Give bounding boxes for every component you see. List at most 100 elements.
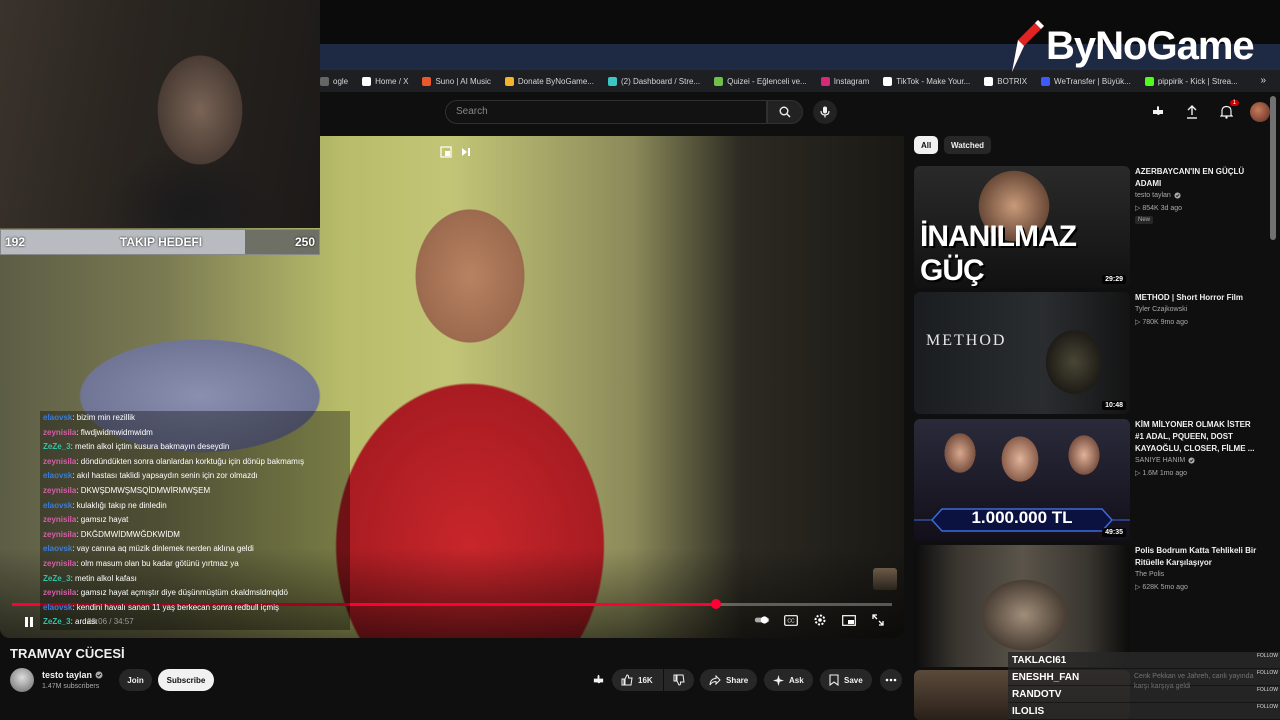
bookmark-label: Suno | AI Music	[435, 76, 491, 86]
bookmark-item[interactable]: (2) Dashboard / Stre...	[607, 76, 701, 86]
search-input[interactable]: Search	[445, 100, 767, 124]
channel-name-text: testo taylan	[42, 670, 93, 680]
dislike-button[interactable]	[663, 669, 694, 691]
chat-username: elaovsk	[43, 602, 73, 612]
progress-scrubber[interactable]	[711, 599, 721, 609]
bookmark-favicon-icon	[504, 76, 514, 86]
endscreen-thumbnail[interactable]	[873, 568, 897, 590]
recommendation-channel[interactable]: SANIYE HANIM	[1135, 457, 1195, 464]
recommendation-title[interactable]: AZERBAYCAN'IN EN GÜÇLÜ ADAMI	[1135, 166, 1261, 190]
recommendation-thumbnail[interactable]: İNANILMAZ GÜÇ 29:29	[914, 166, 1130, 288]
chat-text: : gamsız hayat	[76, 515, 129, 525]
notifications-button[interactable]: 1	[1216, 100, 1239, 122]
chat-text: : döndündükten sonra olanlardan korktuğu…	[76, 456, 305, 466]
ask-button[interactable]: Ask	[764, 669, 813, 691]
bookmark-item[interactable]: Donate ByNoGame...	[504, 76, 594, 86]
more-actions-button[interactable]	[880, 669, 902, 691]
bookmark-label: ogle	[333, 76, 349, 86]
sidebar-scrollbar[interactable]	[1270, 96, 1276, 240]
follow-tag: FOLLOW	[1256, 653, 1278, 659]
follow-alert-background-text: Cenk Pekkan ve Jahreh, canlı yayında kar…	[1134, 673, 1254, 690]
bookmark-favicon-icon	[820, 76, 830, 86]
follow-alert: TAKLACI61 FOLLOW	[1008, 652, 1280, 669]
recommendation-channel[interactable]: Tyler Czajkowski	[1135, 306, 1187, 313]
bookmark-label: (2) Dashboard / Stre...	[620, 76, 701, 86]
miniplayer-button[interactable]	[841, 612, 857, 628]
autoplay-toggle[interactable]	[754, 612, 770, 628]
bookmark-item[interactable]: ogle	[320, 76, 349, 86]
recommendation-channel[interactable]: The Polis	[1135, 571, 1164, 578]
chip-all[interactable]: All	[914, 136, 939, 154]
captions-icon: CC	[784, 614, 798, 626]
recommendation-meta: ▷ 854K 3d ago	[1135, 205, 1183, 212]
channel-name[interactable]: testo taylan	[42, 670, 103, 680]
share-button[interactable]: Share	[700, 669, 758, 691]
extension-action-button[interactable]	[590, 670, 606, 690]
account-avatar[interactable]	[1250, 102, 1270, 122]
bookmark-item[interactable]: TikTok - Make Your...	[883, 76, 970, 86]
settings-button[interactable]	[812, 612, 828, 628]
save-label: Save	[844, 675, 863, 685]
chip-watched[interactable]: Watched	[944, 136, 992, 154]
chat-text: : ardası	[70, 617, 98, 627]
chat-text: : gamsız hayat açmıştır diye düşünmüştüm…	[76, 588, 288, 598]
recommendation-item[interactable]: Polis Bodrum Katta Tehlikeli Bir Ritüell…	[914, 545, 1270, 667]
bookmark-item[interactable]: Home / X	[362, 76, 408, 86]
chat-text: : olm masum olan bu kadar götünü yırtmaz…	[76, 558, 239, 568]
extension-button[interactable]	[1148, 102, 1168, 122]
thumbs-up-icon	[621, 674, 633, 686]
ask-label: Ask	[789, 675, 804, 685]
join-button[interactable]: Join	[119, 669, 152, 691]
recommendation-item[interactable]: METHOD 10:48 METHOD | Short Horror Film …	[914, 292, 1270, 414]
like-button[interactable]: 16K	[612, 669, 663, 691]
recommendation-title[interactable]: KİM MİLYONER OLMAK İSTER #1 ADAL, PQUEEN…	[1135, 419, 1261, 455]
chat-username: zeynisila	[43, 558, 77, 568]
recommendation-thumbnail[interactable]: METHOD 10:48	[914, 292, 1130, 414]
recommendation-channel[interactable]: testo taylan	[1135, 192, 1181, 199]
pause-button[interactable]	[20, 614, 38, 630]
recommendation-item[interactable]: 1.000.000 TL 49:35 KİM MİLYONER OLMAK İS…	[914, 419, 1270, 541]
bookmark-item[interactable]: Quizei - Eğlenceli ve...	[714, 76, 807, 86]
verified-icon	[95, 671, 103, 679]
recommendation-meta: ▷ 628K 5mo ago	[1135, 584, 1188, 591]
follow-tag: FOLLOW	[1256, 687, 1278, 693]
subscribe-button[interactable]: Subscribe	[158, 669, 214, 691]
recommendation-item[interactable]: İNANILMAZ GÜÇ 29:29 AZERBAYCAN'IN EN GÜÇ…	[914, 166, 1270, 288]
chat-text: : metin alkol içtim kusura bakmayın dese…	[70, 442, 230, 452]
pip-icon[interactable]	[440, 146, 452, 158]
voice-search-button[interactable]	[813, 100, 837, 124]
captions-button[interactable]: CC	[783, 612, 799, 628]
follower-name: ENESHH_FAN	[1012, 672, 1080, 683]
recommendation-title[interactable]: METHOD | Short Horror Film	[1135, 292, 1261, 304]
bookmark-label: Donate ByNoGame...	[517, 76, 594, 86]
fullscreen-icon	[872, 614, 884, 626]
bookmark-item[interactable]: Instagram	[820, 76, 869, 86]
chat-message: zeynisila: olm masum olan bu kadar götün…	[40, 556, 350, 572]
chat-username: zeynisila	[43, 485, 77, 495]
recommendation-thumbnail[interactable]: 1.000.000 TL 49:35	[914, 419, 1130, 541]
duration-badge: 49:35	[1102, 528, 1126, 537]
chat-username: elaovsk	[43, 471, 73, 481]
brand-name: ByNoGame	[1046, 24, 1255, 68]
recommendation-title[interactable]: Polis Bodrum Katta Tehlikeli Bir Ritüell…	[1135, 545, 1261, 569]
follow-tag: FOLLOW	[1256, 670, 1278, 676]
save-button[interactable]: Save	[820, 669, 872, 691]
chat-text: : DKWŞDMWŞMSQİDMWİRMWŞEM	[76, 485, 211, 495]
upload-button[interactable]	[1182, 102, 1202, 122]
chat-message: zeynisila: gamsız hayat	[40, 513, 350, 528]
bookmark-item[interactable]: Suno | AI Music	[422, 76, 491, 86]
chat-username: elaovsk	[43, 413, 73, 422]
chat-username: ZeZe_3	[43, 573, 71, 583]
chat-message: elaovsk: bizim min rezillik	[40, 411, 350, 426]
skip-icon[interactable]	[460, 146, 472, 158]
chat-message: zeynisila: DKĞDMWİDMWĞDKWİDM	[40, 527, 350, 543]
search-button[interactable]	[767, 100, 803, 124]
channel-text: SANIYE HANIM	[1135, 457, 1186, 464]
thumbnail-text: 1.000.000 TL	[971, 508, 1073, 527]
chat-username: zeynisila	[43, 529, 77, 539]
recommendation-thumbnail[interactable]	[914, 545, 1130, 667]
follower-name: ILOLIS	[1012, 706, 1045, 717]
channel-avatar[interactable]	[10, 668, 34, 692]
bookmark-favicon-icon	[883, 76, 893, 86]
fullscreen-button[interactable]	[870, 612, 886, 628]
